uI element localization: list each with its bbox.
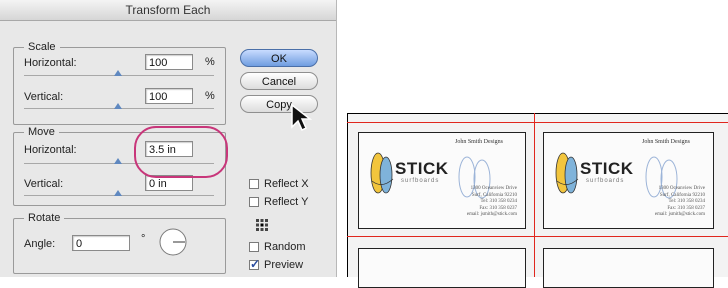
random-label: Random — [264, 241, 306, 253]
brand-subtitle: surfboards — [586, 178, 625, 184]
scale-vertical-slider-thumb[interactable] — [114, 103, 122, 109]
move-horizontal-label: Horizontal: — [24, 144, 77, 156]
reference-point-locator-icon[interactable] — [255, 218, 269, 232]
scale-horizontal-unit: % — [205, 56, 215, 68]
scale-vertical-unit: % — [205, 90, 215, 102]
business-card[interactable]: STICK surfboards John Smith Designs 1300… — [543, 132, 714, 229]
business-card-partial[interactable] — [358, 248, 526, 288]
artboard-border-left — [347, 113, 348, 277]
random-checkbox[interactable] — [249, 242, 259, 252]
contact-info: 1300 Oceanview Drive Surf, California 92… — [467, 186, 517, 219]
reflect-y-checkbox[interactable] — [249, 197, 259, 207]
artboard-border-top — [347, 113, 728, 114]
preview-label: Preview — [264, 259, 304, 271]
contact-info-line: 1300 Oceanview Drive — [470, 186, 517, 191]
move-vertical-slider-thumb[interactable] — [114, 190, 122, 196]
reflect-y-label: Reflect Y — [264, 196, 309, 208]
rotate-group: Rotate Angle: 0 ° — [13, 211, 226, 274]
rotate-angle-label: Angle: — [24, 238, 56, 250]
move-group-title: Move — [24, 125, 59, 139]
move-horizontal-slider-thumb[interactable] — [114, 158, 122, 164]
scale-group-title: Scale — [24, 40, 60, 54]
scale-vertical-label: Vertical: — [24, 91, 64, 103]
contact-info-line: 1300 Oceanview Drive — [658, 186, 705, 191]
crop-line-horizontal — [347, 236, 728, 237]
reflect-x-checkbox[interactable] — [249, 179, 259, 189]
brand-name: STICK — [580, 159, 634, 178]
business-card-partial[interactable] — [543, 248, 714, 288]
reflect-x-label: Reflect X — [264, 178, 309, 190]
contact-info-line: email: jsmith@stick.com — [466, 212, 517, 217]
contact-name: John Smith Designs — [455, 139, 504, 145]
rotate-angle-dial[interactable] — [158, 227, 188, 257]
scale-horizontal-slider-thumb[interactable] — [114, 70, 122, 76]
crop-line-vertical — [534, 113, 535, 277]
transform-each-dialog: Transform Each Scale Horizontal: 100 % V… — [0, 0, 337, 277]
ok-button[interactable]: OK — [240, 49, 318, 67]
checkmark-icon: ✓ — [250, 257, 261, 271]
brand-name: STICK — [395, 159, 449, 178]
highlight-circle — [134, 126, 228, 178]
rotate-angle-unit: ° — [141, 233, 146, 245]
scale-horizontal-label: Horizontal: — [24, 57, 77, 69]
contact-info: 1300 Oceanview Drive Surf, California 92… — [655, 186, 705, 219]
contact-name: John Smith Designs — [642, 139, 691, 145]
dialog-title: Transform Each — [0, 0, 336, 21]
surfboard-logo-icon — [370, 152, 394, 194]
rotate-angle-field[interactable]: 0 — [72, 235, 130, 251]
scale-group: Scale Horizontal: 100 % Vertical: 100 % — [13, 40, 226, 125]
contact-info-line: email: jsmith@stick.com — [654, 212, 705, 217]
crop-line-top — [347, 122, 728, 123]
artboard-card-sheet: STICK surfboards John Smith Designs 1300… — [347, 113, 728, 288]
business-card[interactable]: STICK surfboards John Smith Designs 1300… — [358, 132, 526, 229]
brand-subtitle: surfboards — [401, 178, 440, 184]
cancel-button[interactable]: Cancel — [240, 72, 318, 90]
preview-checkbox[interactable]: ✓ — [249, 257, 261, 271]
rotate-group-title: Rotate — [24, 211, 65, 225]
move-vertical-label: Vertical: — [24, 178, 64, 190]
surfboard-logo-icon — [555, 152, 579, 194]
scale-vertical-field[interactable]: 100 — [145, 88, 193, 104]
mouse-pointer-icon — [291, 103, 313, 132]
scale-horizontal-field[interactable]: 100 — [145, 54, 193, 70]
